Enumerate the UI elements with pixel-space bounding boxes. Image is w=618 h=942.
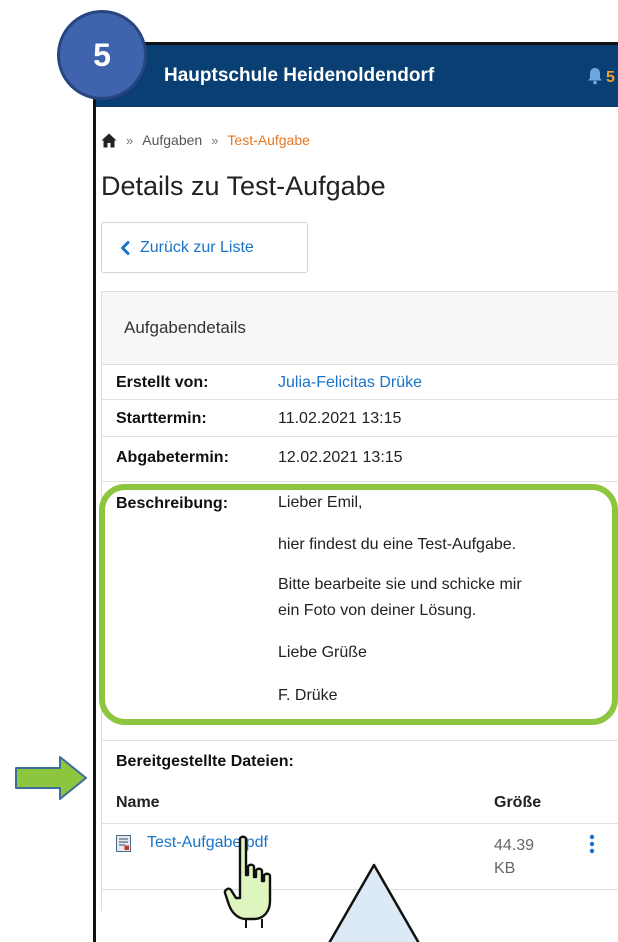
hand-pointer-icon — [223, 835, 272, 928]
breadcrumb-item-aufgaben[interactable]: Aufgaben — [142, 132, 202, 148]
column-header-name: Name — [116, 794, 160, 811]
breadcrumb-separator: » — [211, 132, 219, 148]
detail-row-created-by: Erstellt von: Julia-Felicitas Drüke — [102, 365, 618, 400]
start-label: Starttermin: — [116, 410, 207, 427]
more-vertical-icon[interactable] — [588, 834, 596, 854]
breadcrumb-separator: » — [126, 132, 134, 148]
top-navbar: Hauptschule Heidenoldendorf 5 — [96, 45, 618, 107]
detail-row-start: Starttermin: 11.02.2021 13:15 — [102, 400, 618, 437]
bell-icon[interactable] — [587, 67, 603, 85]
school-name[interactable]: Hauptschule Heidenoldendorf — [164, 65, 434, 87]
chevron-left-icon — [121, 240, 130, 255]
panel-title: Aufgabendetails — [124, 318, 246, 337]
description-highlight — [99, 484, 618, 725]
column-header-size: Größe — [494, 794, 542, 811]
created-by-link[interactable]: Julia-Felicitas Drüke — [278, 374, 422, 392]
callout-pointer — [328, 863, 420, 942]
start-value: 11.02.2021 13:15 — [278, 410, 402, 427]
panel-header: Aufgabendetails — [102, 292, 618, 365]
pdf-file-icon — [116, 835, 131, 852]
back-button-label: Zurück zur Liste — [140, 238, 254, 256]
table-divider — [102, 823, 618, 824]
files-heading: Bereitgestellte Dateien: — [116, 753, 294, 770]
notification-count[interactable]: 5 — [606, 69, 615, 87]
file-size: 44.39 KB — [494, 837, 535, 877]
breadcrumb: » Aufgaben » Test-Aufgabe — [101, 130, 310, 150]
detail-row-due: Abgabetermin: 12.02.2021 13:15 — [102, 437, 618, 482]
breadcrumb-current: Test-Aufgabe — [227, 132, 310, 148]
created-by-label: Erstellt von: — [116, 374, 209, 391]
arrow-right-icon — [15, 756, 87, 800]
step-badge: 5 — [57, 10, 147, 100]
home-icon[interactable] — [101, 133, 117, 148]
back-to-list-button[interactable]: Zurück zur Liste — [101, 222, 308, 273]
due-value: 12.02.2021 13:15 — [278, 449, 403, 466]
due-label: Abgabetermin: — [116, 449, 229, 466]
page-title: Details zu Test-Aufgabe — [101, 171, 386, 201]
